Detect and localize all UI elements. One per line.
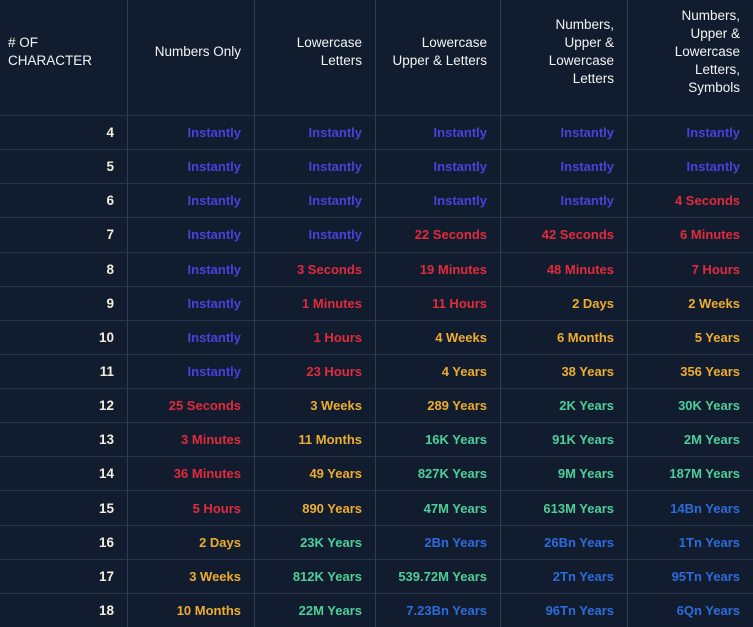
crack-time-cell: 22M Years bbox=[255, 592, 376, 627]
crack-time-cell: 356 Years bbox=[628, 353, 753, 388]
crack-time-cell: 5 Years bbox=[628, 319, 753, 354]
crack-time-cell: 19 Minutes bbox=[376, 251, 501, 286]
row-number-10: 10 bbox=[0, 319, 128, 354]
crack-time-cell: Instantly bbox=[128, 353, 255, 389]
crack-time-cell: Instantly bbox=[128, 115, 255, 150]
crack-time-cell: 5 Hours bbox=[128, 490, 255, 525]
crack-time-cell: Instantly bbox=[255, 115, 376, 150]
row-number-4: 4 bbox=[0, 115, 128, 150]
crack-time-cell: 6 Months bbox=[501, 319, 628, 354]
row-number-11: 11 bbox=[0, 353, 128, 389]
row-number-13: 13 bbox=[0, 422, 128, 457]
row-number-6: 6 bbox=[0, 183, 128, 218]
crack-time-cell: 48 Minutes bbox=[501, 251, 628, 286]
crack-time-cell: 812K Years bbox=[255, 558, 376, 593]
crack-time-cell: 7 Hours bbox=[628, 251, 753, 286]
crack-time-cell: 827K Years bbox=[376, 456, 501, 491]
crack-time-cell: 2K Years bbox=[501, 388, 628, 423]
crack-time-cell: 96Tn Years bbox=[501, 592, 628, 627]
column-header-characters: # OF CHARACTER bbox=[0, 0, 128, 115]
row-number-5: 5 bbox=[0, 149, 128, 184]
crack-time-cell: Instantly bbox=[128, 217, 255, 252]
crack-time-cell: 3 Minutes bbox=[128, 422, 255, 457]
crack-time-cell: 6 Minutes bbox=[628, 217, 753, 251]
crack-time-cell: 38 Years bbox=[501, 353, 628, 389]
password-crack-time-table: # OF CHARACTER Numbers Only Lowercase Let… bbox=[0, 0, 753, 627]
crack-time-cell: Instantly bbox=[128, 319, 255, 354]
crack-time-cell: 6Qn Years bbox=[628, 592, 753, 627]
crack-time-cell: Instantly bbox=[376, 115, 501, 150]
row-number-14: 14 bbox=[0, 456, 128, 491]
column-header-4: Numbers, Upper & Lowercase Letters bbox=[501, 0, 628, 115]
crack-time-cell: 22 Seconds bbox=[376, 217, 501, 252]
crack-time-cell: 7.23Bn Years bbox=[376, 592, 501, 627]
crack-time-cell: Instantly bbox=[255, 183, 376, 218]
row-number-12: 12 bbox=[0, 388, 128, 423]
crack-time-cell: Instantly bbox=[255, 217, 376, 252]
column-header-5: Numbers, Upper & Lowercase Letters, Symb… bbox=[674, 7, 740, 95]
crack-time-cell: Instantly bbox=[128, 251, 255, 286]
row-number-16: 16 bbox=[0, 524, 128, 559]
crack-time-cell: 2M Years bbox=[628, 422, 753, 456]
crack-time-cell: 3 Weeks bbox=[255, 388, 376, 423]
crack-time-cell: 95Tn Years bbox=[628, 558, 753, 593]
crack-time-cell: 4 Weeks bbox=[376, 319, 501, 354]
row-number-7: 7 bbox=[0, 217, 128, 252]
crack-time-cell: 3 Seconds bbox=[255, 251, 376, 286]
crack-time-cell: 3 Weeks bbox=[128, 558, 255, 593]
crack-time-cell: 14Bn Years bbox=[628, 490, 753, 524]
crack-time-cell: 25 Seconds bbox=[128, 388, 255, 423]
column-header-3: Lowercase Upper & Letters bbox=[376, 0, 501, 115]
crack-time-cell: 10 Months bbox=[128, 592, 255, 627]
crack-time-cell: 2 Days bbox=[128, 524, 255, 559]
crack-time-cell: Instantly bbox=[628, 115, 753, 149]
crack-time-cell: 1Tn Years bbox=[628, 524, 753, 559]
crack-time-cell: 11 Months bbox=[255, 422, 376, 457]
crack-time-cell: Instantly bbox=[501, 115, 628, 150]
crack-time-cell: 2Bn Years bbox=[376, 524, 501, 559]
crack-time-cell: 23 Hours bbox=[255, 353, 376, 389]
row-number-8: 8 bbox=[0, 251, 128, 286]
crack-time-cell: 26Bn Years bbox=[501, 524, 628, 559]
crack-time-cell: Instantly bbox=[128, 183, 255, 218]
crack-time-cell: 187M Years bbox=[628, 456, 753, 490]
crack-time-cell: 613M Years bbox=[501, 490, 628, 525]
crack-time-cell: 2Tn Years bbox=[501, 558, 628, 593]
crack-time-cell: 539.72M Years bbox=[376, 558, 501, 593]
crack-time-cell: Instantly bbox=[255, 149, 376, 184]
crack-time-cell: Instantly bbox=[501, 149, 628, 184]
crack-time-cell: 890 Years bbox=[255, 490, 376, 525]
crack-time-cell: 23K Years bbox=[255, 524, 376, 559]
crack-time-cell: 1 Hours bbox=[255, 319, 376, 354]
crack-time-cell: Instantly bbox=[376, 183, 501, 218]
crack-time-cell: 42 Seconds bbox=[501, 217, 628, 252]
crack-time-cell: 16K Years bbox=[376, 422, 501, 457]
crack-time-cell: Instantly bbox=[501, 183, 628, 218]
crack-time-cell: 4 Years bbox=[376, 353, 501, 389]
row-number-9: 9 bbox=[0, 285, 128, 320]
crack-time-cell: 47M Years bbox=[376, 490, 501, 525]
crack-time-cell: Instantly bbox=[376, 149, 501, 184]
row-number-18: 18 bbox=[0, 592, 128, 627]
crack-time-cell: 1 Minutes bbox=[255, 285, 376, 320]
crack-time-cell: 4 Seconds bbox=[628, 183, 753, 217]
column-header-2: Lowercase Letters bbox=[255, 0, 376, 115]
row-number-17: 17 bbox=[0, 558, 128, 593]
crack-time-cell: 9M Years bbox=[501, 456, 628, 491]
crack-time-cell: Instantly bbox=[128, 285, 255, 320]
crack-time-cell: 2 Days bbox=[501, 285, 628, 320]
crack-time-cell: 49 Years bbox=[255, 456, 376, 491]
crack-time-cell: 36 Minutes bbox=[128, 456, 255, 491]
crack-time-cell: Instantly bbox=[128, 149, 255, 184]
crack-time-cell: 2 Weeks bbox=[628, 285, 753, 320]
crack-time-cell: Instantly bbox=[628, 149, 753, 183]
crack-time-cell: 11 Hours bbox=[376, 285, 501, 320]
crack-time-cell: 30K Years bbox=[628, 388, 753, 422]
crack-time-cell: 289 Years bbox=[376, 388, 501, 423]
column-header-1: Numbers Only bbox=[128, 0, 255, 115]
row-number-15: 15 bbox=[0, 490, 128, 525]
crack-time-cell: 91K Years bbox=[501, 422, 628, 457]
